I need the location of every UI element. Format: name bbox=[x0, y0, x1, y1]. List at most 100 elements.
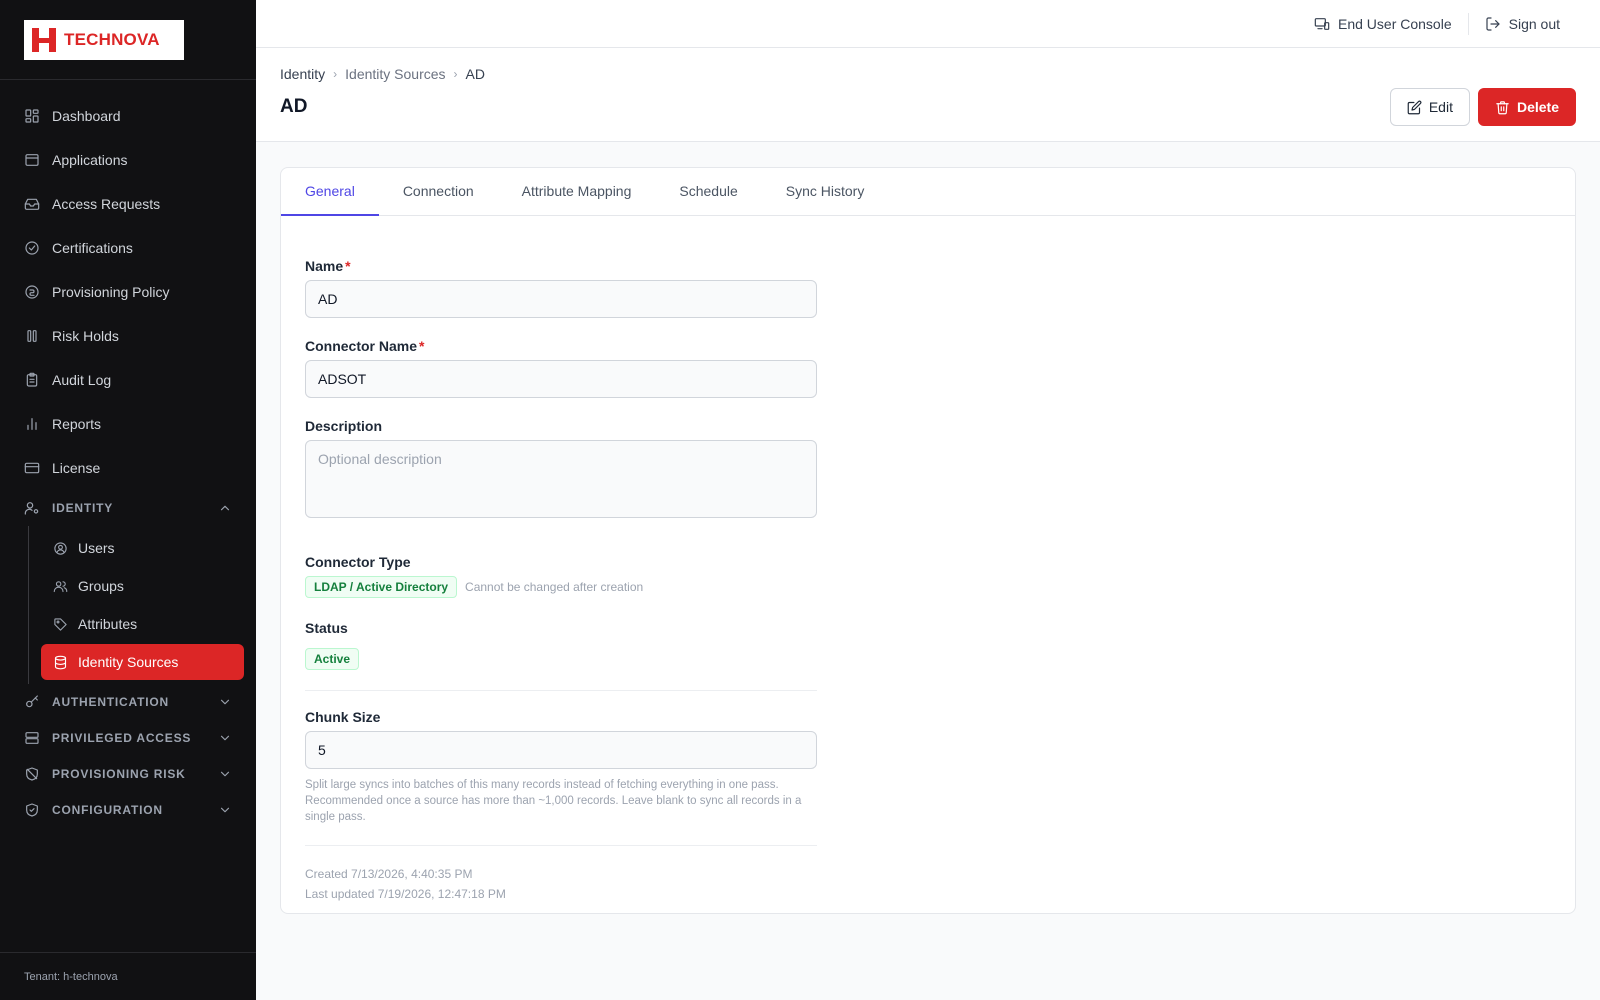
sidebar-item-provisioning-policy[interactable]: Provisioning Policy bbox=[0, 270, 256, 314]
chunk-size-label: Chunk Size bbox=[305, 709, 381, 725]
sign-out-button[interactable]: Sign out bbox=[1469, 16, 1576, 32]
description-field-group: Description bbox=[305, 418, 817, 518]
tab-sync-history[interactable]: Sync History bbox=[762, 168, 889, 216]
delete-label: Delete bbox=[1516, 99, 1559, 115]
sidebar-item-users[interactable]: Users bbox=[41, 530, 244, 566]
description-input[interactable] bbox=[305, 440, 817, 518]
section-label: AUTHENTICATION bbox=[52, 695, 169, 709]
edit-icon bbox=[1407, 100, 1422, 114]
section-identity[interactable]: IDENTITY bbox=[0, 490, 256, 526]
chevron-down-icon bbox=[220, 807, 230, 813]
sidebar: TECHNOVA Dashboard Applications Access R… bbox=[0, 0, 256, 1000]
description-label: Description bbox=[305, 418, 383, 434]
chevron-right-icon: › bbox=[453, 67, 458, 81]
chevron-right-icon: › bbox=[333, 67, 338, 81]
main-nav: Dashboard Applications Access Requests C… bbox=[0, 80, 256, 828]
sidebar-item-label: Groups bbox=[78, 578, 124, 594]
sidebar-item-label: Provisioning Policy bbox=[52, 284, 170, 300]
sign-out-icon bbox=[1486, 16, 1500, 31]
sidebar-item-identity-sources[interactable]: Identity Sources bbox=[41, 644, 244, 680]
sidebar-item-attributes[interactable]: Attributes bbox=[41, 606, 244, 642]
name-input[interactable] bbox=[305, 280, 817, 318]
connector-type-group: Connector Type LDAP / Active Directory C… bbox=[305, 554, 817, 598]
divider bbox=[305, 845, 817, 846]
chunk-size-input[interactable] bbox=[305, 731, 817, 769]
connector-name-input[interactable] bbox=[305, 360, 817, 398]
delete-button[interactable]: Delete bbox=[1477, 88, 1576, 126]
connector-name-label-text: Connector Name bbox=[305, 338, 418, 354]
breadcrumb-identity[interactable]: Identity bbox=[280, 66, 325, 82]
brand-name: TECHNOVA bbox=[64, 30, 160, 49]
logo-area: TECHNOVA bbox=[0, 0, 256, 80]
devices-icon bbox=[1314, 17, 1330, 30]
required-marker: * bbox=[345, 258, 351, 274]
tag-icon bbox=[54, 617, 67, 631]
chevron-down-icon bbox=[220, 771, 230, 777]
sidebar-item-label: Audit Log bbox=[52, 372, 112, 388]
chevron-down-icon bbox=[220, 699, 230, 705]
section-configuration[interactable]: CONFIGURATION bbox=[0, 792, 256, 828]
section-label: PRIVILEGED ACCESS bbox=[52, 731, 192, 745]
required-marker: * bbox=[419, 338, 425, 354]
sidebar-item-label: License bbox=[52, 460, 101, 476]
inbox-icon bbox=[24, 198, 40, 210]
edit-label: Edit bbox=[1428, 99, 1453, 115]
section-label: IDENTITY bbox=[52, 501, 114, 515]
edit-button[interactable]: Edit bbox=[1389, 88, 1470, 126]
section-label: CONFIGURATION bbox=[52, 803, 163, 817]
section-provisioning-risk[interactable]: PROVISIONING RISK bbox=[0, 756, 256, 792]
logo-h-icon bbox=[32, 28, 56, 52]
end-user-console-label: End User Console bbox=[1338, 15, 1452, 32]
identity-source-card: General Connection Attribute Mapping Sch… bbox=[280, 167, 1576, 914]
top-bar: End User Console Sign out bbox=[256, 0, 1600, 48]
sidebar-item-applications[interactable]: Applications bbox=[0, 138, 256, 182]
updated-timestamp: Last updated 7/19/2026, 12:47:18 PM bbox=[305, 887, 506, 901]
sidebar-item-groups[interactable]: Groups bbox=[41, 568, 244, 604]
sidebar-item-audit-log[interactable]: Audit Log bbox=[0, 358, 256, 402]
name-field-group: Name * bbox=[305, 258, 817, 318]
sidebar-item-label: Reports bbox=[52, 416, 102, 432]
connector-type-badge: LDAP / Active Directory bbox=[305, 576, 458, 598]
sidebar-item-risk-holds[interactable]: Risk Holds bbox=[0, 314, 256, 358]
status-label: Status bbox=[305, 620, 348, 636]
user-cog-icon bbox=[24, 502, 39, 515]
end-user-console-button[interactable]: End User Console bbox=[1298, 16, 1468, 32]
sidebar-item-label: Users bbox=[78, 540, 115, 556]
sidebar-item-dashboard[interactable]: Dashboard bbox=[0, 94, 256, 138]
chevron-up-icon bbox=[220, 505, 230, 511]
tab-bar: General Connection Attribute Mapping Sch… bbox=[281, 168, 1575, 216]
card-icon bbox=[24, 462, 40, 474]
tab-attribute-mapping[interactable]: Attribute Mapping bbox=[498, 168, 656, 216]
page-actions: Edit Delete bbox=[1389, 88, 1576, 126]
clipboard-icon bbox=[26, 372, 38, 387]
section-authentication[interactable]: AUTHENTICATION bbox=[0, 684, 256, 720]
tab-schedule[interactable]: Schedule bbox=[655, 168, 761, 216]
connector-name-field-group: Connector Name * bbox=[305, 338, 817, 398]
name-label-text: Name bbox=[305, 258, 344, 274]
brand-logo[interactable]: TECHNOVA bbox=[24, 20, 184, 60]
dashboard-icon bbox=[25, 109, 39, 123]
section-privileged-access[interactable]: PRIVILEGED ACCESS bbox=[0, 720, 256, 756]
policy-icon bbox=[25, 285, 39, 299]
section-label: PROVISIONING RISK bbox=[52, 767, 186, 781]
general-form: Name* Connector Name* Description Connec… bbox=[305, 258, 817, 904]
user-circle-icon bbox=[54, 541, 67, 555]
breadcrumb-identity-sources[interactable]: Identity Sources bbox=[345, 66, 445, 82]
sidebar-item-reports[interactable]: Reports bbox=[0, 402, 256, 446]
server-icon bbox=[25, 732, 39, 744]
page-title: AD bbox=[280, 96, 308, 117]
sidebar-item-license[interactable]: License bbox=[0, 446, 256, 490]
sign-out-label: Sign out bbox=[1508, 15, 1560, 32]
sidebar-item-certifications[interactable]: Certifications bbox=[0, 226, 256, 270]
check-circle-icon bbox=[25, 241, 39, 255]
tab-connection[interactable]: Connection bbox=[379, 168, 498, 216]
sidebar-item-access-requests[interactable]: Access Requests bbox=[0, 182, 256, 226]
tab-general[interactable]: General bbox=[281, 168, 379, 216]
connector-name-label: Connector Name * bbox=[305, 338, 817, 354]
chunk-size-group: Chunk Size Split large syncs into batche… bbox=[305, 709, 817, 825]
sidebar-item-label: Risk Holds bbox=[52, 328, 119, 344]
identity-subnav: Users Groups Attributes Identity Sources bbox=[28, 526, 256, 684]
connector-type-hint: Cannot be changed after creation bbox=[465, 580, 644, 594]
sidebar-item-label: Access Requests bbox=[52, 196, 161, 212]
sidebar-item-label: Dashboard bbox=[52, 108, 121, 124]
